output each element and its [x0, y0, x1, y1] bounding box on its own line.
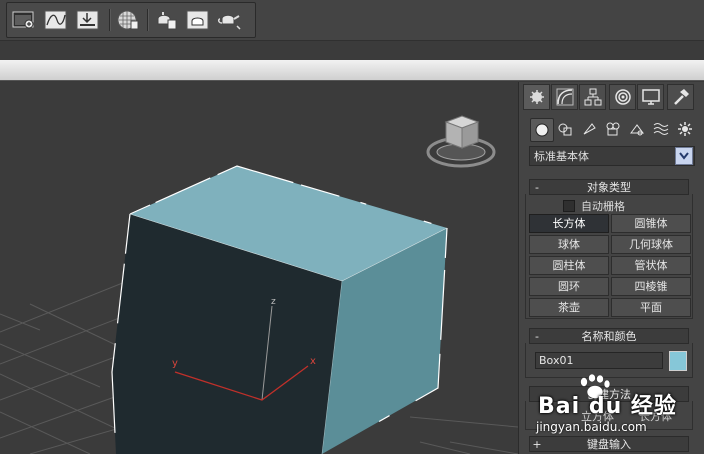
motion-tab[interactable] [609, 84, 636, 110]
render-setup-icon[interactable] [153, 7, 179, 33]
axis-label-x: x [310, 356, 316, 367]
toolbar-separator [147, 9, 149, 31]
torus-button[interactable]: 圆环 [529, 277, 609, 296]
rendered-frame-icon[interactable] [185, 7, 211, 33]
create-tab[interactable] [523, 84, 550, 110]
cylinder-button[interactable]: 圆柱体 [529, 256, 609, 275]
axis-label-y: y [172, 358, 178, 369]
render-teapot-icon[interactable] [217, 7, 243, 33]
ribbon-strip [0, 40, 704, 61]
object-type-rollout-header[interactable]: - 对象类型 [529, 179, 689, 195]
geosphere-button[interactable]: 几何球体 [611, 235, 691, 254]
autogrid-checkbox[interactable]: 自动栅格 [563, 198, 625, 214]
open-scene-icon[interactable] [11, 7, 37, 33]
viewport-label-bar [0, 60, 704, 81]
utilities-tab[interactable] [667, 84, 694, 110]
plane-button[interactable]: 平面 [611, 298, 691, 317]
object-color-swatch[interactable] [669, 351, 687, 371]
baidu-watermark: Bai du 经验 jingyan.baidu.com [532, 374, 704, 454]
chevron-down-icon[interactable] [675, 147, 693, 165]
pyramid-button[interactable]: 四棱锥 [611, 277, 691, 296]
autogrid-checkbox-box[interactable] [563, 200, 575, 212]
name-color-title: 名称和颜色 [581, 330, 637, 343]
box-button[interactable]: 长方体 [529, 214, 609, 233]
toolbar-separator [109, 9, 111, 31]
viewport-canvas: z y x [0, 115, 518, 454]
watermark-url: jingyan.baidu.com [536, 420, 647, 434]
collapse-sign: - [535, 180, 539, 194]
toolbar-group [6, 2, 256, 38]
modify-tab[interactable] [551, 84, 578, 110]
lights-subcategory-icon[interactable] [578, 118, 600, 140]
sphere-button[interactable]: 球体 [529, 235, 609, 254]
box01-mesh[interactable] [111, 165, 448, 454]
autogrid-label: 自动栅格 [581, 200, 625, 213]
axis-label-z: z [271, 297, 276, 307]
curve-editor-icon[interactable] [43, 7, 69, 33]
perspective-viewport[interactable]: z y x [0, 82, 518, 454]
helpers-subcategory-icon[interactable] [626, 118, 648, 140]
tube-button[interactable]: 管状体 [611, 256, 691, 275]
category-dropdown[interactable]: 标准基本体 [529, 146, 695, 166]
hierarchy-tab[interactable] [579, 84, 606, 110]
main-toolbar [0, 0, 704, 40]
space-warps-subcategory-icon[interactable] [650, 118, 672, 140]
geometry-subcategory-icon[interactable] [530, 118, 554, 142]
display-tab[interactable] [637, 84, 664, 110]
name-color-rollout-header[interactable]: - 名称和颜色 [529, 328, 689, 344]
cone-button[interactable]: 圆锥体 [611, 214, 691, 233]
watermark-brand: Bai du 经验 [538, 394, 677, 419]
object-name-input[interactable] [535, 352, 663, 369]
object-type-title: 对象类型 [587, 181, 631, 194]
viewcube-icon[interactable] [426, 115, 496, 168]
shapes-subcategory-icon[interactable] [554, 118, 576, 140]
systems-subcategory-icon[interactable] [674, 118, 696, 140]
collapse-sign: - [535, 329, 539, 343]
material-editor-icon[interactable] [115, 7, 141, 33]
cameras-subcategory-icon[interactable] [602, 118, 624, 140]
import-icon[interactable] [75, 7, 101, 33]
teapot-button[interactable]: 茶壶 [529, 298, 609, 317]
category-dropdown-value: 标准基本体 [534, 150, 589, 163]
